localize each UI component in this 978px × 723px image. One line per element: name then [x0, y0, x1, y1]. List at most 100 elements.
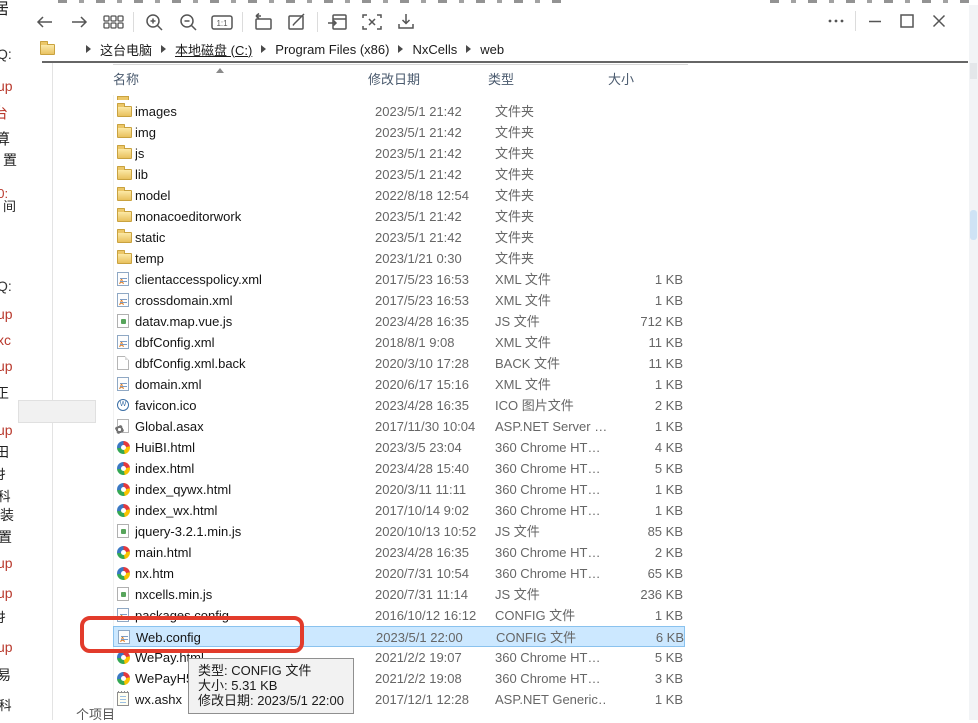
table-row[interactable]: crossdomain.xml2017/5/23 16:53XML 文件1 KB — [113, 290, 685, 311]
breadcrumb-item-web[interactable]: web — [480, 42, 504, 57]
table-row[interactable]: index_qywx.html2020/3/11 11:11360 Chrome… — [113, 479, 685, 500]
file-size: 1 KB — [608, 374, 683, 395]
window-controls — [820, 6, 955, 36]
background-text-fragment: 间 — [3, 196, 16, 215]
file-size: 1 KB — [608, 416, 683, 437]
background-page-edge — [52, 62, 53, 720]
edit-button[interactable] — [280, 8, 314, 36]
rotate-button[interactable] — [246, 8, 280, 36]
download-button[interactable] — [389, 8, 423, 36]
table-row[interactable]: jquery-3.2.1.min.js2020/10/13 10:52JS 文件… — [113, 521, 685, 542]
table-row[interactable]: img2023/5/1 21:42文件夹 — [113, 122, 685, 143]
file-type: 360 Chrome HT… — [495, 458, 607, 479]
background-text-fragment: up — [0, 639, 13, 655]
breadcrumb-item-program-files[interactable]: Program Files (x86) — [275, 42, 389, 57]
breadcrumb-item-nxcells[interactable]: NxCells — [412, 42, 457, 57]
grid-view-button[interactable] — [96, 8, 130, 36]
file-date: 2023/4/28 16:35 — [375, 395, 491, 416]
breadcrumb-item-this-pc[interactable]: 这台电脑 — [100, 40, 152, 59]
table-row[interactable]: dbfConfig.xml.back2020/3/10 17:28BACK 文件… — [113, 353, 685, 374]
file-date: 2023/5/1 21:42 — [375, 122, 491, 143]
table-row[interactable]: lib2023/5/1 21:42文件夹 — [113, 164, 685, 185]
folder-icon — [117, 211, 132, 222]
forward-button[interactable] — [62, 8, 96, 36]
back-icon — [34, 11, 56, 33]
file-type: JS 文件 — [495, 584, 607, 605]
table-row[interactable]: model2022/8/18 12:54文件夹 — [113, 185, 685, 206]
file-date: 2017/10/14 9:02 — [375, 500, 491, 521]
background-text-fragment: up — [0, 306, 13, 322]
tooltip-type-line: 类型: CONFIG 文件 — [198, 663, 344, 678]
file-size: 712 KB — [608, 311, 683, 332]
file-date: 2021/2/2 19:08 — [375, 668, 491, 689]
file-size: 236 KB — [608, 584, 683, 605]
column-header-date[interactable]: 修改日期 — [368, 64, 488, 95]
file-date: 2023/3/5 23:04 — [375, 437, 491, 458]
file-size: 4 KB — [608, 437, 683, 458]
zoom-in-button[interactable] — [137, 8, 171, 36]
column-header-name[interactable]: 名称 — [113, 64, 368, 95]
chrome-icon — [117, 441, 130, 454]
file-type: CONFIG 文件 — [495, 605, 607, 626]
table-row[interactable]: nxcells.min.js2020/7/31 11:14JS 文件236 KB — [113, 584, 685, 605]
table-row[interactable]: dbfConfig.xml2018/8/1 9:08XML 文件11 KB — [113, 332, 685, 353]
file-name: dbfConfig.xml — [135, 332, 371, 353]
table-row[interactable]: HuiBI.html2023/3/5 23:04360 Chrome HT…4 … — [113, 437, 685, 458]
table-row[interactable]: clientaccesspolicy.xml2017/5/23 16:53XML… — [113, 269, 685, 290]
table-row[interactable]: nx.htm2020/7/31 10:54360 Chrome HT…65 KB — [113, 563, 685, 584]
breadcrumb-item-local-disk-c[interactable]: 本地磁盘 (C:) — [175, 40, 252, 59]
table-row[interactable]: js2023/5/1 21:42文件夹 — [113, 143, 685, 164]
column-header-size[interactable]: 大小 — [608, 64, 688, 95]
file-size: 1 KB — [608, 605, 683, 626]
file-date: 2023/5/1 21:42 — [375, 227, 491, 248]
table-row[interactable]: images2023/5/1 21:42文件夹 — [113, 101, 685, 122]
zoom-out-button[interactable] — [171, 8, 205, 36]
select-text-button[interactable] — [355, 8, 389, 36]
file-name: HuiBI.html — [135, 437, 371, 458]
file-name: clientaccesspolicy.xml — [135, 269, 371, 290]
svg-text:1:1: 1:1 — [216, 19, 228, 28]
table-row[interactable]: domain.xml2020/6/17 15:16XML 文件1 KB — [113, 374, 685, 395]
toolbar-separator — [133, 12, 134, 32]
tooltip-size-line: 大小: 5.31 KB — [198, 678, 344, 693]
background-text-fragment: :科 — [0, 486, 11, 505]
background-text-fragment: 置 — [3, 150, 17, 170]
background-text-fragment: xc — [0, 332, 11, 348]
actual-size-icon: 1:1 — [210, 11, 234, 33]
asax-icon — [117, 419, 129, 433]
chrome-icon — [117, 567, 130, 580]
file-date: 2022/8/18 12:54 — [375, 185, 491, 206]
page-icon — [117, 356, 129, 370]
minimize-button[interactable] — [859, 7, 891, 35]
maximize-button[interactable] — [891, 7, 923, 35]
folder-icon — [117, 253, 132, 264]
table-row[interactable]: Global.asax2017/11/30 10:04ASP.NET Serve… — [113, 416, 685, 437]
ashx-icon — [117, 692, 129, 706]
table-row[interactable]: index.html2023/4/28 15:40360 Chrome HT…5… — [113, 458, 685, 479]
column-header-type[interactable]: 类型 — [488, 64, 608, 95]
xml-icon — [117, 377, 129, 391]
export-button[interactable] — [321, 8, 355, 36]
close-button[interactable] — [923, 7, 955, 35]
more-button[interactable] — [820, 7, 852, 35]
more-icon — [825, 10, 847, 32]
table-row[interactable]: monacoeditorwork2023/5/1 21:42文件夹 — [113, 206, 685, 227]
chevron-right-icon — [161, 45, 166, 53]
actual-size-button[interactable]: 1:1 — [205, 8, 239, 36]
file-type: XML 文件 — [495, 269, 607, 290]
back-button[interactable] — [28, 8, 62, 36]
scrollbar-thumb — [970, 210, 977, 240]
file-name: index.html — [135, 458, 371, 479]
background-text-fragment: 置 — [0, 527, 12, 547]
chevron-right-icon — [261, 45, 266, 53]
file-type: BACK 文件 — [495, 353, 607, 374]
background-text-fragment: up — [0, 585, 13, 601]
chrome-icon — [117, 483, 130, 496]
table-row[interactable]: static2023/5/1 21:42文件夹 — [113, 227, 685, 248]
table-row[interactable]: temp2023/1/21 0:30文件夹 — [113, 248, 685, 269]
table-row[interactable]: main.html2023/4/28 16:35360 Chrome HT…2 … — [113, 542, 685, 563]
table-row[interactable]: index_wx.html2017/10/14 9:02360 Chrome H… — [113, 500, 685, 521]
table-row[interactable]: datav.map.vue.js2023/4/28 16:35JS 文件712 … — [113, 311, 685, 332]
tooltip: 类型: CONFIG 文件 大小: 5.31 KB 修改日期: 2023/5/1… — [188, 658, 354, 714]
table-row[interactable]: favicon.ico2023/4/28 16:35ICO 图片文件2 KB — [113, 395, 685, 416]
